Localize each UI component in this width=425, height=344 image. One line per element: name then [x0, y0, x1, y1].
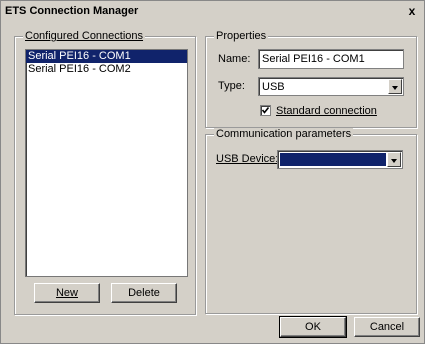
- list-item-com1[interactable]: Serial PEI16 - COM1: [26, 50, 187, 63]
- ok-button-label: OK: [305, 321, 321, 333]
- usb-device-label-text: USB Device:: [216, 153, 279, 165]
- new-button-label: New: [55, 287, 78, 299]
- window-title: ETS Connection Manager: [5, 5, 139, 17]
- connections-list[interactable]: Serial PEI16 - COM1 Serial PEI16 - COM2: [25, 49, 188, 277]
- new-button[interactable]: New: [34, 283, 100, 303]
- ok-button[interactable]: OK: [279, 316, 347, 338]
- name-label: Name:: [218, 53, 251, 65]
- standard-connection-label-text: Standard connection: [276, 105, 377, 117]
- cancel-button-label: Cancel: [369, 321, 405, 333]
- delete-button[interactable]: Delete: [111, 283, 177, 303]
- connection-manager-window: ETS Connection Manager x Configured Conn…: [0, 0, 425, 344]
- type-label: Type:: [218, 80, 245, 92]
- type-select-value: USB: [262, 81, 285, 93]
- close-icon[interactable]: x: [406, 5, 418, 17]
- chevron-down-icon[interactable]: [388, 79, 402, 94]
- title-bar: ETS Connection Manager x: [1, 1, 424, 21]
- standard-connection-label: Standard connection: [276, 104, 377, 118]
- usb-device-select[interactable]: [277, 150, 403, 169]
- list-item-com2[interactable]: Serial PEI16 - COM2: [26, 63, 187, 76]
- communication-parameters-legend: Communication parameters: [214, 128, 354, 141]
- usb-device-select-highlight: [280, 153, 386, 166]
- cancel-button[interactable]: Cancel: [354, 317, 420, 337]
- properties-legend: Properties: [214, 30, 269, 43]
- delete-button-label: Delete: [128, 287, 160, 299]
- type-select[interactable]: USB: [258, 77, 404, 96]
- name-field[interactable]: Serial PEI16 - COM1: [258, 49, 404, 69]
- chevron-down-icon[interactable]: [387, 152, 401, 167]
- check-icon: [261, 107, 270, 114]
- configured-connections-legend: Configured Connections: [23, 30, 146, 43]
- usb-device-label: USB Device:: [216, 152, 278, 166]
- standard-connection-checkbox[interactable]: [260, 105, 271, 116]
- configured-connections-legend-text: Configured Connections: [25, 30, 144, 42]
